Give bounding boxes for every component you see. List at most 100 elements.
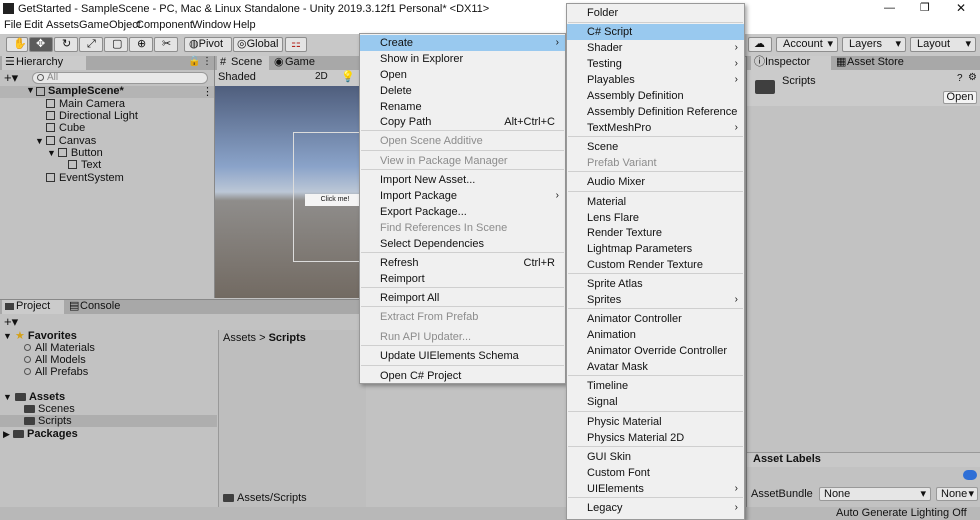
cloud-button[interactable]: ☁ <box>748 37 772 52</box>
menu-item-refresh[interactable]: Refresh Ctrl+R <box>360 255 565 271</box>
light-bulb-icon[interactable]: 💡 <box>341 70 355 83</box>
scene-header-row[interactable]: ▼ SampleScene* ⋮ <box>0 85 214 98</box>
menu-component[interactable]: Component <box>136 19 193 31</box>
menu-item-testing[interactable]: Testing › <box>567 56 744 72</box>
menu-gameobject[interactable]: GameObject <box>79 19 141 31</box>
shading-mode-dropdown[interactable]: Shaded <box>218 71 256 83</box>
add-asset-button[interactable]: +▾ <box>4 314 18 330</box>
rect-tool-button[interactable]: ▢ <box>104 37 128 52</box>
restore-button[interactable]: ❐ <box>920 1 930 14</box>
custom-tool-button[interactable]: ✂ <box>154 37 178 52</box>
hierarchy-item-main-camera[interactable]: Main Camera <box>46 98 125 110</box>
lock-icon[interactable]: 🔒 <box>188 56 200 67</box>
menu-item-render-texture[interactable]: Render Texture <box>567 225 744 241</box>
menu-item-audio-mixer[interactable]: Audio Mixer <box>567 174 744 190</box>
transform-tool-button[interactable]: ⊕ <box>129 37 153 52</box>
menu-item-timeline[interactable]: Timeline <box>567 378 744 394</box>
scale-tool-button[interactable]: ⤢ <box>79 37 103 52</box>
menu-item-show-in-explorer[interactable]: Show in Explorer <box>360 51 565 67</box>
account-dropdown[interactable]: Account ▾ <box>776 37 838 52</box>
menu-item-material[interactable]: Material <box>567 194 744 210</box>
menu-item-legacy[interactable]: Legacy › <box>567 500 744 516</box>
menu-item-assembly-definition[interactable]: Assembly Definition <box>567 88 744 104</box>
menu-item-playables[interactable]: Playables › <box>567 72 744 88</box>
add-button[interactable]: +▾ <box>4 70 18 86</box>
menu-item-delete[interactable]: Delete <box>360 83 565 99</box>
move-tool-button[interactable]: ✥ <box>29 37 53 52</box>
menu-item-physics-material-2d[interactable]: Physics Material 2D <box>567 430 744 446</box>
hierarchy-item-directional-light[interactable]: Directional Light <box>46 110 138 122</box>
folder-scenes[interactable]: Scenes <box>24 403 75 415</box>
tab-scene[interactable]: # Scene <box>217 56 269 70</box>
hierarchy-item-cube[interactable]: Cube <box>46 122 85 134</box>
scene-viewport[interactable]: Click me! <box>215 86 366 298</box>
hierarchy-item-button[interactable]: ▼ Button <box>47 147 103 159</box>
hand-tool-button[interactable]: ✋ <box>6 37 28 52</box>
menu-item-textmeshpro[interactable]: TextMeshPro › <box>567 120 744 136</box>
tab-hierarchy[interactable]: ☰ Hierarchy <box>2 56 86 70</box>
menu-item-create[interactable]: Create › <box>360 35 565 51</box>
menu-item-import-new-asset[interactable]: Import New Asset... <box>360 172 565 188</box>
pivot-toggle[interactable]: ◍Pivot <box>184 37 232 52</box>
hierarchy-search-input[interactable]: All <box>32 72 208 84</box>
snap-button[interactable]: ⚏ <box>285 37 307 52</box>
menu-item-animation[interactable]: Animation <box>567 327 744 343</box>
scene-ui-button[interactable]: Click me! <box>305 194 365 206</box>
tab-game[interactable]: ◉ Game <box>271 56 321 70</box>
menu-item-folder[interactable]: Folder <box>567 5 744 21</box>
breadcrumb-root[interactable]: Assets <box>223 332 256 344</box>
folder-scripts[interactable]: Scripts <box>24 415 72 427</box>
menu-item-animator-override-controller[interactable]: Animator Override Controller <box>567 343 744 359</box>
menu-item-sprites[interactable]: Sprites › <box>567 292 744 308</box>
hierarchy-item-text[interactable]: Text <box>68 159 101 171</box>
menu-item-open-c-project[interactable]: Open C# Project <box>360 368 565 384</box>
tab-project[interactable]: Project <box>2 300 64 314</box>
menu-item-shader[interactable]: Shader › <box>567 40 744 56</box>
rotate-tool-button[interactable]: ↻ <box>54 37 78 52</box>
assetbundle-dropdown[interactable]: None ▾ <box>819 487 931 501</box>
tag-icon[interactable] <box>963 470 977 480</box>
menu-file[interactable]: File <box>4 19 22 31</box>
tree-favorites[interactable]: ▼ ★ Favorites <box>3 330 77 342</box>
menu-item-avatar-mask[interactable]: Avatar Mask <box>567 359 744 375</box>
global-toggle[interactable]: ◎Global <box>233 37 283 52</box>
variant-dropdown[interactable]: None ▾ <box>936 487 978 501</box>
favorite-all-models[interactable]: All Models <box>24 354 86 366</box>
favorite-all-prefabs[interactable]: All Prefabs <box>24 366 88 378</box>
menu-item-lens-flare[interactable]: Lens Flare <box>567 210 744 226</box>
menu-item-sprite-atlas[interactable]: Sprite Atlas <box>567 276 744 292</box>
menu-dots-icon[interactable]: ⋮ <box>202 56 212 67</box>
menu-item-custom-render-texture[interactable]: Custom Render Texture <box>567 257 744 273</box>
tab-console[interactable]: ▤ Console <box>66 300 130 314</box>
menu-dots-icon[interactable]: ⋮ <box>202 85 213 98</box>
layout-dropdown[interactable]: Layout ▾ <box>910 37 976 52</box>
menu-item-uielements[interactable]: UIElements › <box>567 481 744 497</box>
menu-item-scene[interactable]: Scene <box>567 139 744 155</box>
menu-window[interactable]: Window <box>192 19 231 31</box>
menu-item-physic-material[interactable]: Physic Material <box>567 414 744 430</box>
favorite-all-materials[interactable]: All Materials <box>24 342 95 354</box>
hierarchy-item-canvas[interactable]: ▼ Canvas <box>35 135 96 147</box>
open-button[interactable]: Open <box>943 91 977 104</box>
breadcrumb-current[interactable]: Scripts <box>269 332 306 344</box>
tree-packages[interactable]: ▶ Packages <box>3 428 78 440</box>
layers-dropdown[interactable]: Layers ▾ <box>842 37 906 52</box>
menu-item-update-uielements-schema[interactable]: Update UIElements Schema <box>360 348 565 364</box>
tab-asset-store[interactable]: ▦ Asset Store <box>833 56 915 70</box>
minimize-button[interactable]: — <box>884 2 895 14</box>
menu-item-select-dependencies[interactable]: Select Dependencies <box>360 236 565 252</box>
hierarchy-item-eventsystem[interactable]: EventSystem <box>46 172 124 184</box>
menu-item-import-package[interactable]: Import Package › <box>360 188 565 204</box>
menu-assets[interactable]: Assets <box>46 19 79 31</box>
menu-help[interactable]: Help <box>233 19 256 31</box>
menu-item-open[interactable]: Open <box>360 67 565 83</box>
mode-2d-toggle[interactable]: 2D <box>315 71 328 82</box>
project-content-area[interactable]: Assets > Scripts Assets/Scripts <box>218 330 366 508</box>
close-button[interactable]: ✕ <box>956 1 966 15</box>
settings-icon[interactable]: ⚙ <box>968 72 977 83</box>
menu-item-rename[interactable]: Rename <box>360 99 565 115</box>
help-icon[interactable]: ? <box>957 73 963 84</box>
menu-item-reimport-all[interactable]: Reimport All <box>360 290 565 306</box>
menu-item-lightmap-parameters[interactable]: Lightmap Parameters <box>567 241 744 257</box>
menu-item-animator-controller[interactable]: Animator Controller <box>567 311 744 327</box>
